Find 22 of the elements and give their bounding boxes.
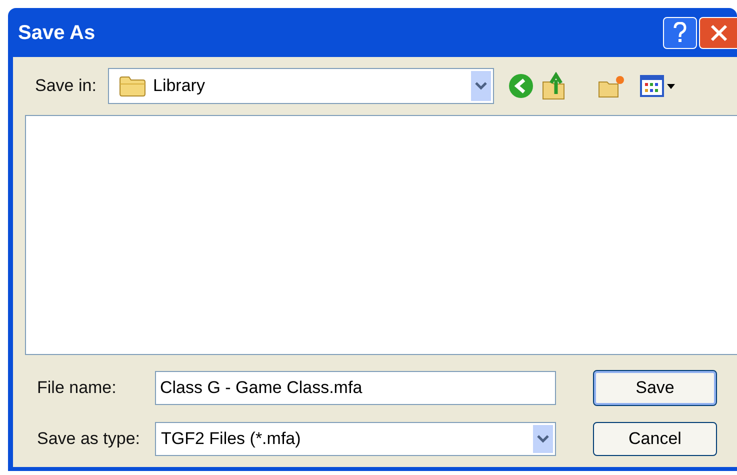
help-button[interactable] bbox=[663, 16, 697, 48]
cancel-button[interactable]: Cancel bbox=[593, 422, 717, 456]
save-button[interactable]: Save bbox=[593, 370, 717, 406]
chevron-down-icon bbox=[537, 435, 549, 443]
dropdown-arrow-button[interactable] bbox=[533, 425, 553, 453]
location-text: Library bbox=[153, 75, 206, 98]
folder-icon bbox=[119, 75, 147, 97]
view-menu-icon[interactable] bbox=[640, 74, 676, 98]
file-name-field[interactable]: Class G - Game Class.mfa bbox=[155, 371, 556, 405]
save-in-label: Save in: bbox=[35, 75, 98, 98]
dropdown-arrow-button[interactable] bbox=[471, 71, 491, 101]
window-title: Save As bbox=[18, 20, 96, 46]
location-dropdown[interactable]: Library bbox=[108, 68, 494, 104]
save-as-type-label: Save as type: bbox=[37, 428, 142, 450]
file-name-label: File name: bbox=[37, 377, 118, 400]
chevron-down-icon bbox=[475, 82, 487, 90]
file-type-text: TGF2 Files (*.mfa) bbox=[161, 428, 302, 450]
close-icon bbox=[708, 22, 728, 42]
close-button[interactable] bbox=[699, 16, 737, 48]
file-type-dropdown[interactable]: TGF2 Files (*.mfa) bbox=[155, 422, 556, 456]
new-folder-icon[interactable] bbox=[598, 74, 626, 98]
question-mark-icon bbox=[673, 22, 687, 44]
